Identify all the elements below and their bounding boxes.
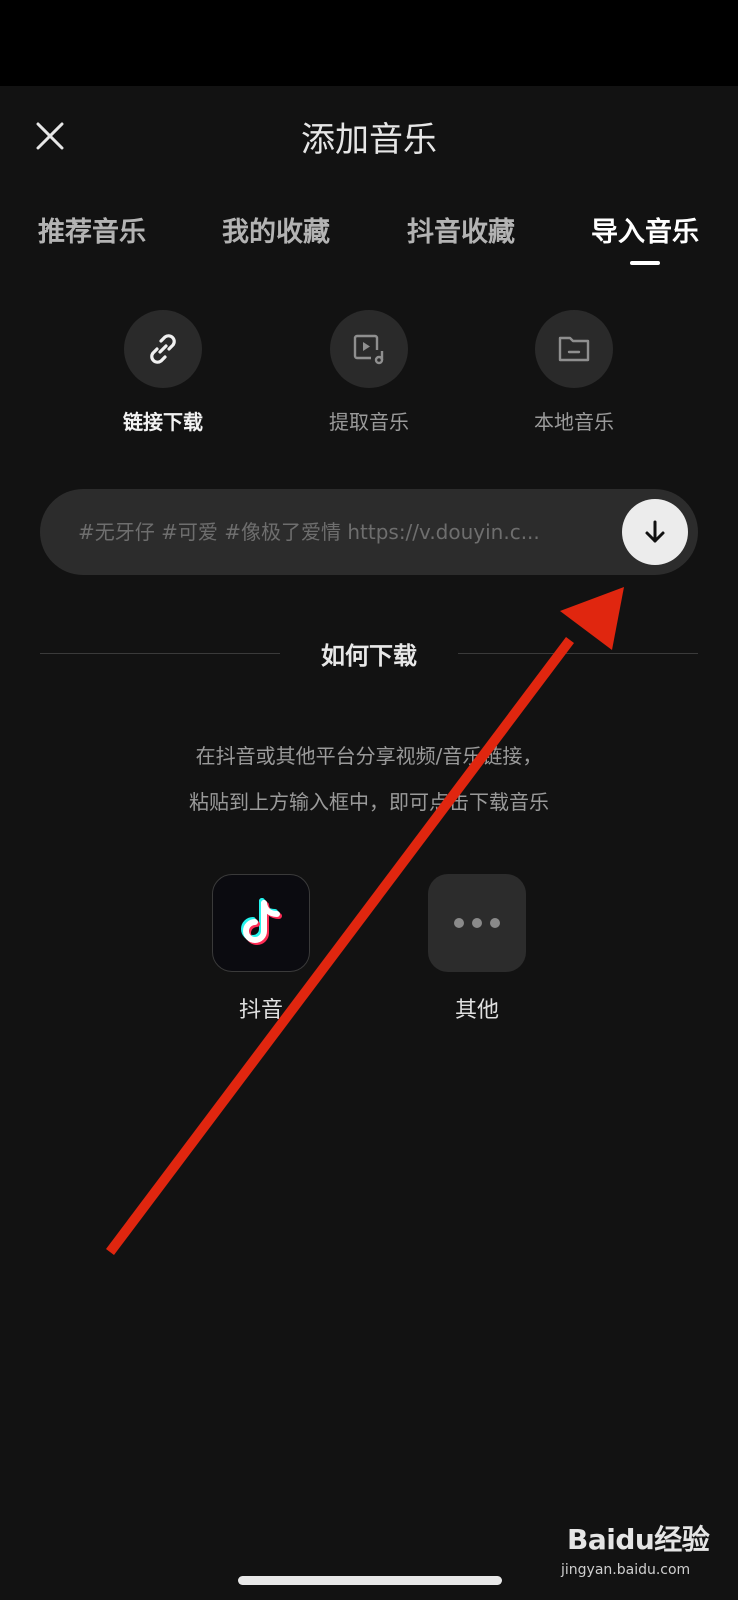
active-tab-indicator (630, 261, 660, 265)
source-extract-music[interactable]: 提取音乐 (314, 310, 424, 435)
source-local-music[interactable]: 本地音乐 (519, 310, 629, 435)
app-label: 其他 (454, 998, 499, 1023)
tiktok-icon (212, 874, 310, 972)
instruction-line-2: 粘贴到上方输入框中，即可点击下载音乐 (189, 790, 549, 814)
baidu-watermark: Baidu经验 jingyan.baidu.com (555, 1518, 715, 1588)
video-music-icon (353, 334, 384, 365)
source-link-download[interactable]: 链接下载 (108, 310, 218, 435)
link-input[interactable] (78, 489, 638, 575)
source-circle (535, 310, 613, 388)
download-button[interactable] (622, 499, 688, 565)
source-circle (330, 310, 408, 388)
home-indicator[interactable] (238, 1576, 502, 1585)
app-label: 抖音 (238, 998, 283, 1023)
source-circle (124, 310, 202, 388)
tab-my-favorites[interactable]: 我的收藏 (222, 210, 330, 249)
source-label: 本地音乐 (534, 410, 614, 434)
tab-bar: 推荐音乐 我的收藏 抖音收藏 导入音乐 (0, 210, 738, 270)
app-douyin[interactable]: 抖音 (211, 874, 311, 1024)
tiktok-logo (241, 898, 282, 945)
link-icon (150, 334, 176, 364)
instruction-line-1: 在抖音或其他平台分享视频/音乐链接， (195, 744, 543, 768)
tab-import-music[interactable]: 导入音乐 (591, 210, 699, 249)
howto-instructions: 在抖音或其他平台分享视频/音乐链接， 粘贴到上方输入框中，即可点击下载音乐 (0, 733, 738, 825)
tab-recommended-music[interactable]: 推荐音乐 (38, 210, 146, 249)
tab-douyin-favorites[interactable]: 抖音收藏 (407, 210, 515, 249)
more-dots-icon (428, 874, 526, 972)
source-label: 链接下载 (123, 410, 203, 434)
folder-icon (558, 336, 590, 362)
source-label: 提取音乐 (329, 410, 409, 434)
howto-title: 如何下载 (321, 642, 417, 670)
ellipsis-glyph (454, 918, 500, 928)
page-title: 添加音乐 (301, 120, 437, 160)
download-arrow-icon (645, 520, 665, 543)
watermark-url: jingyan.baidu.com (561, 1562, 691, 1578)
app-other[interactable]: 其他 (427, 874, 527, 1024)
watermark-brand: Baidu经验 (567, 1523, 710, 1556)
status-bar (0, 0, 738, 86)
link-input-bar (40, 489, 698, 575)
